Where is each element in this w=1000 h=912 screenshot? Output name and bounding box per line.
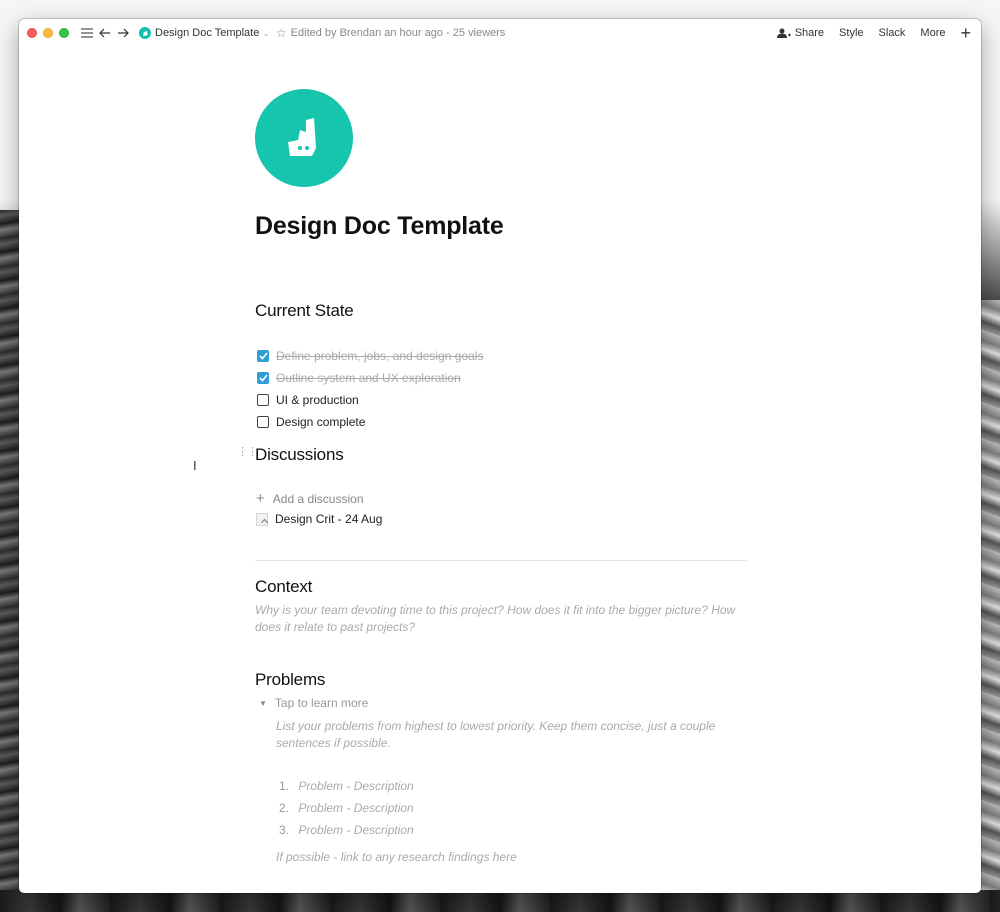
minimize-window-button[interactable] — [43, 28, 53, 38]
list-number: 1. — [279, 779, 290, 793]
list-item-text: Problem - Description — [298, 801, 414, 815]
list-item-text: Problem - Description — [298, 823, 414, 837]
plus-icon: + — [256, 490, 265, 507]
discussion-link-label: Design Crit - 24 Aug — [275, 512, 383, 526]
share-person-icon — [776, 28, 791, 39]
toolbar-actions: Share Style Slack More + — [776, 19, 981, 47]
list-number: 2. — [279, 801, 290, 815]
desktop-background-left — [0, 210, 20, 912]
desktop-background-right — [980, 300, 1000, 912]
drag-handle-icon[interactable]: ⋮⋮ — [237, 447, 258, 458]
current-state-heading[interactable]: Current State — [255, 301, 354, 321]
checklist-item[interactable]: Outline system and UX exploration — [255, 368, 461, 388]
text-cursor-icon: I — [193, 458, 197, 473]
triangle-down-icon: ▼ — [259, 698, 267, 708]
checkbox-checked[interactable] — [257, 350, 269, 362]
star-icon[interactable]: ☆ — [276, 26, 287, 40]
back-arrow-icon[interactable] — [99, 28, 111, 38]
edited-status: Edited by Brendan an hour ago - 25 viewe… — [290, 27, 506, 39]
more-button[interactable]: More — [920, 27, 945, 39]
discussion-link[interactable]: Design Crit - 24 Aug — [255, 512, 382, 526]
page-title[interactable]: Design Doc Template — [255, 212, 504, 241]
problems-heading[interactable]: Problems — [255, 670, 325, 690]
zoom-window-button[interactable] — [59, 28, 69, 38]
discussions-heading[interactable]: Discussions — [255, 445, 344, 465]
slack-button[interactable]: Slack — [879, 27, 906, 39]
window-controls — [27, 28, 69, 38]
share-button[interactable]: Share — [776, 27, 825, 39]
checkbox-checked[interactable] — [257, 372, 269, 384]
doc-title-menu[interactable]: Design Doc Template — [155, 27, 259, 39]
list-number: 3. — [279, 823, 290, 837]
doc-logo-icon — [139, 27, 151, 39]
chevron-down-icon[interactable]: ⌄ — [262, 28, 270, 39]
toggle-label: Tap to learn more — [274, 696, 369, 710]
checklist-item-label: Define problem, jobs, and design goals — [276, 349, 484, 363]
forward-arrow-icon[interactable] — [117, 28, 129, 38]
add-discussion-button[interactable]: + Add a discussion — [255, 490, 364, 507]
title-bar: Design Doc Template ⌄ ☆ Edited by Brenda… — [19, 19, 981, 47]
document-icon — [256, 512, 268, 526]
style-button[interactable]: Style — [839, 27, 863, 39]
share-label: Share — [794, 27, 825, 39]
list-item[interactable]: 1. Problem - Description — [279, 779, 414, 793]
research-note[interactable]: If possible - link to any research findi… — [276, 849, 517, 866]
checklist-item[interactable]: Define problem, jobs, and design goals — [255, 346, 483, 366]
problems-intro[interactable]: List your problems from highest to lowes… — [276, 718, 746, 752]
checklist-item[interactable]: UI & production — [255, 390, 359, 410]
list-item[interactable]: 2. Problem - Description — [279, 801, 414, 815]
menu-icon[interactable] — [81, 28, 93, 38]
deliveroo-logo-icon — [255, 89, 353, 187]
add-discussion-label: Add a discussion — [272, 491, 364, 506]
checkbox-unchecked[interactable] — [257, 394, 269, 406]
checklist-item[interactable]: Design complete — [255, 412, 365, 432]
close-window-button[interactable] — [27, 28, 37, 38]
context-heading[interactable]: Context — [255, 577, 312, 597]
list-item[interactable]: 3. Problem - Description — [279, 823, 414, 837]
section-divider — [255, 560, 747, 561]
app-window: Design Doc Template ⌄ ☆ Edited by Brenda… — [19, 19, 981, 893]
checklist-item-label: Outline system and UX exploration — [276, 371, 461, 385]
checklist-item-label: UI & production — [276, 393, 359, 407]
add-icon[interactable]: + — [960, 24, 971, 42]
desktop-background-bottom — [0, 890, 1000, 912]
learn-more-toggle[interactable]: ▼ Tap to learn more — [259, 696, 368, 710]
checkbox-unchecked[interactable] — [257, 416, 269, 428]
context-placeholder[interactable]: Why is your team devoting time to this p… — [255, 602, 747, 636]
list-item-text: Problem - Description — [298, 779, 414, 793]
checklist-item-label: Design complete — [276, 415, 366, 429]
